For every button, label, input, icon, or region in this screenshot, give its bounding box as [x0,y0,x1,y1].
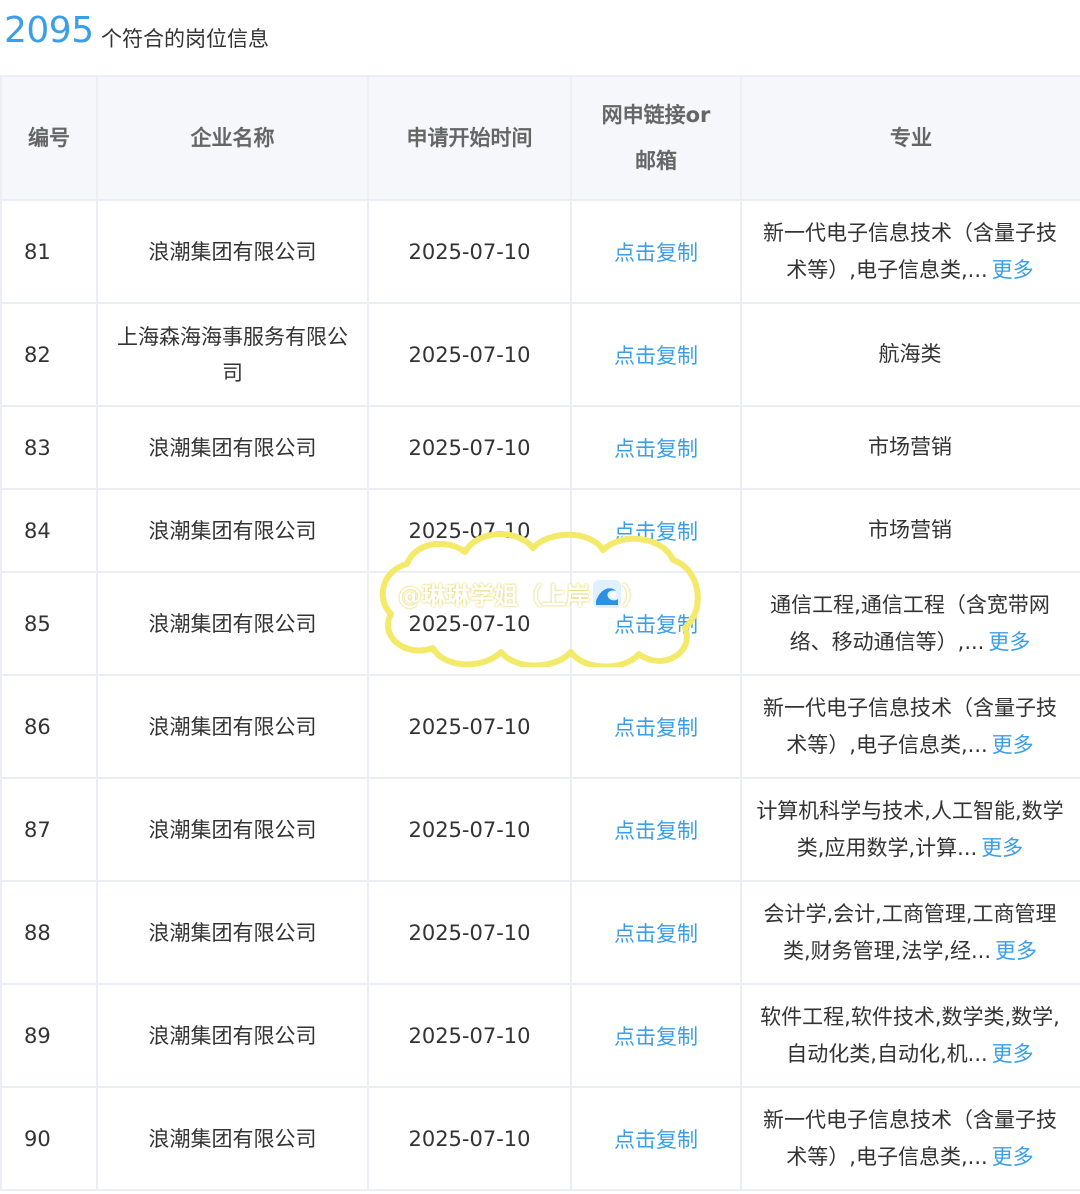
row-company: 浪潮集团有限公司 [96,571,369,676]
row-link-cell: 点击复制 [570,880,742,985]
row-start-date: 2025-07-10 [367,777,572,882]
copy-link-button[interactable]: 点击复制 [614,1025,698,1049]
row-link-cell: 点击复制 [570,983,742,1088]
row-link-cell: 点击复制 [570,777,742,882]
row-link-cell: 点击复制 [570,302,742,407]
row-start-date: 2025-07-10 [367,302,572,407]
row-company: 浪潮集团有限公司 [96,488,369,573]
row-num: 86 [0,674,98,779]
row-major: 市场营销 [740,488,1080,573]
col-header-link-line1: 网申链接or [601,103,711,127]
table-row: 88 浪潮集团有限公司 2025-07-10 点击复制 会计学,会计,工商管理,工商管理… [0,880,1080,985]
col-header-num: 编号 [0,75,98,201]
copy-link-button[interactable]: 点击复制 [614,437,698,461]
copy-link-button[interactable]: 点击复制 [614,344,698,368]
copy-link-button[interactable]: 点击复制 [614,1128,698,1152]
row-num: 81 [0,199,98,304]
more-link[interactable]: 更多 [992,258,1034,282]
table-row: 86 浪潮集团有限公司 2025-07-10 点击复制 新一代电子信息技术（含量子技术等… [0,674,1080,779]
row-num: 90 [0,1086,98,1191]
row-major: 市场营销 [740,405,1080,490]
copy-link-button[interactable]: 点击复制 [614,922,698,946]
copy-link-button[interactable]: 点击复制 [614,819,698,843]
more-link[interactable]: 更多 [995,939,1037,963]
watermark-label: @琳琳学姐（上岸） [398,576,646,611]
row-start-date: 2025-07-10 [367,199,572,304]
row-company: 浪潮集团有限公司 [96,1086,369,1191]
row-num: 83 [0,405,98,490]
row-company: 浪潮集团有限公司 [96,674,369,779]
row-major: 新一代电子信息技术（含量子技术等）,电子信息类,... 更多 [740,1086,1080,1191]
row-link-cell: 点击复制 [570,1086,742,1191]
row-link-cell: 点击复制 [570,199,742,304]
row-num: 84 [0,488,98,573]
row-num: 82 [0,302,98,407]
row-company: 浪潮集团有限公司 [96,405,369,490]
table-row: 87 浪潮集团有限公司 2025-07-10 点击复制 计算机科学与技术,人工智能,数学… [0,777,1080,882]
more-link[interactable]: 更多 [981,836,1023,860]
copy-link-button[interactable]: 点击复制 [614,520,698,544]
row-start-date: 2025-07-10 [367,405,572,490]
row-major-text: 市场营销 [868,435,952,459]
row-major: 新一代电子信息技术（含量子技术等）,电子信息类,... 更多 [740,199,1080,304]
wave-icon [593,580,621,608]
row-major: 通信工程,通信工程（含宽带网络、移动通信等）,... 更多 [740,571,1080,676]
col-header-start: 申请开始时间 [367,75,572,201]
table-row: 90 浪潮集团有限公司 2025-07-10 点击复制 新一代电子信息技术（含量子技术等… [0,1086,1080,1191]
row-major: 计算机科学与技术,人工智能,数学类,应用数学,计算... 更多 [740,777,1080,882]
col-header-link-line2: 邮箱 [635,149,677,173]
table-row: 83 浪潮集团有限公司 2025-07-10 点击复制 市场营销 [0,405,1080,490]
col-header-major: 专业 [740,75,1080,201]
row-start-date: 2025-07-10 [367,1086,572,1191]
row-company: 浪潮集团有限公司 [96,199,369,304]
table-row: 89 浪潮集团有限公司 2025-07-10 点击复制 软件工程,软件技术,数学类,数学… [0,983,1080,1088]
row-start-date: 2025-07-10 [367,880,572,985]
table-row: 81 浪潮集团有限公司 2025-07-10 点击复制 新一代电子信息技术（含量子技术等… [0,199,1080,304]
copy-link-button[interactable]: 点击复制 [614,716,698,740]
row-num: 88 [0,880,98,985]
row-major: 软件工程,软件技术,数学类,数学,自动化类,自动化,机... 更多 [740,983,1080,1088]
row-major-text: 市场营销 [868,518,952,542]
row-num: 85 [0,571,98,676]
result-count: 2095 [4,10,94,51]
job-table: 编号 企业名称 申请开始时间 网申链接or 邮箱 专业 81 浪潮集团有限公司 202… [0,75,1080,1191]
row-major: 会计学,会计,工商管理,工商管理类,财务管理,法学,经... 更多 [740,880,1080,985]
result-header: 2095 个符合的岗位信息 [0,0,1080,75]
table-header-row: 编号 企业名称 申请开始时间 网申链接or 邮箱 专业 [0,75,1080,201]
copy-link-button[interactable]: 点击复制 [614,613,698,637]
table-row: 82 上海森海海事服务有限公司 2025-07-10 点击复制 航海类 [0,302,1080,407]
copy-link-button[interactable]: 点击复制 [614,241,698,265]
row-company: 浪潮集团有限公司 [96,880,369,985]
row-link-cell: 点击复制 [570,405,742,490]
more-link[interactable]: 更多 [988,630,1030,654]
table-row: 84 浪潮集团有限公司 2025-07-10 点击复制 市场营销 [0,488,1080,573]
row-start-date: 2025-07-10 [367,983,572,1088]
row-link-cell: 点击复制 [570,488,742,573]
result-count-label: 个符合的岗位信息 [101,27,269,51]
row-link-cell: 点击复制 [570,674,742,779]
more-link[interactable]: 更多 [992,733,1034,757]
row-major: 新一代电子信息技术（含量子技术等）,电子信息类,... 更多 [740,674,1080,779]
more-link[interactable]: 更多 [992,1145,1034,1169]
row-num: 89 [0,983,98,1088]
col-header-company: 企业名称 [96,75,369,201]
row-num: 87 [0,777,98,882]
col-header-link: 网申链接or 邮箱 [570,75,742,201]
row-major: 航海类 [740,302,1080,407]
row-start-date: 2025-07-10 [367,674,572,779]
row-company: 浪潮集团有限公司 [96,983,369,1088]
row-company: 上海森海海事服务有限公司 [96,302,369,407]
more-link[interactable]: 更多 [992,1042,1034,1066]
row-start-date: 2025-07-10 [367,488,572,573]
row-company: 浪潮集团有限公司 [96,777,369,882]
row-major-text: 航海类 [878,342,942,366]
